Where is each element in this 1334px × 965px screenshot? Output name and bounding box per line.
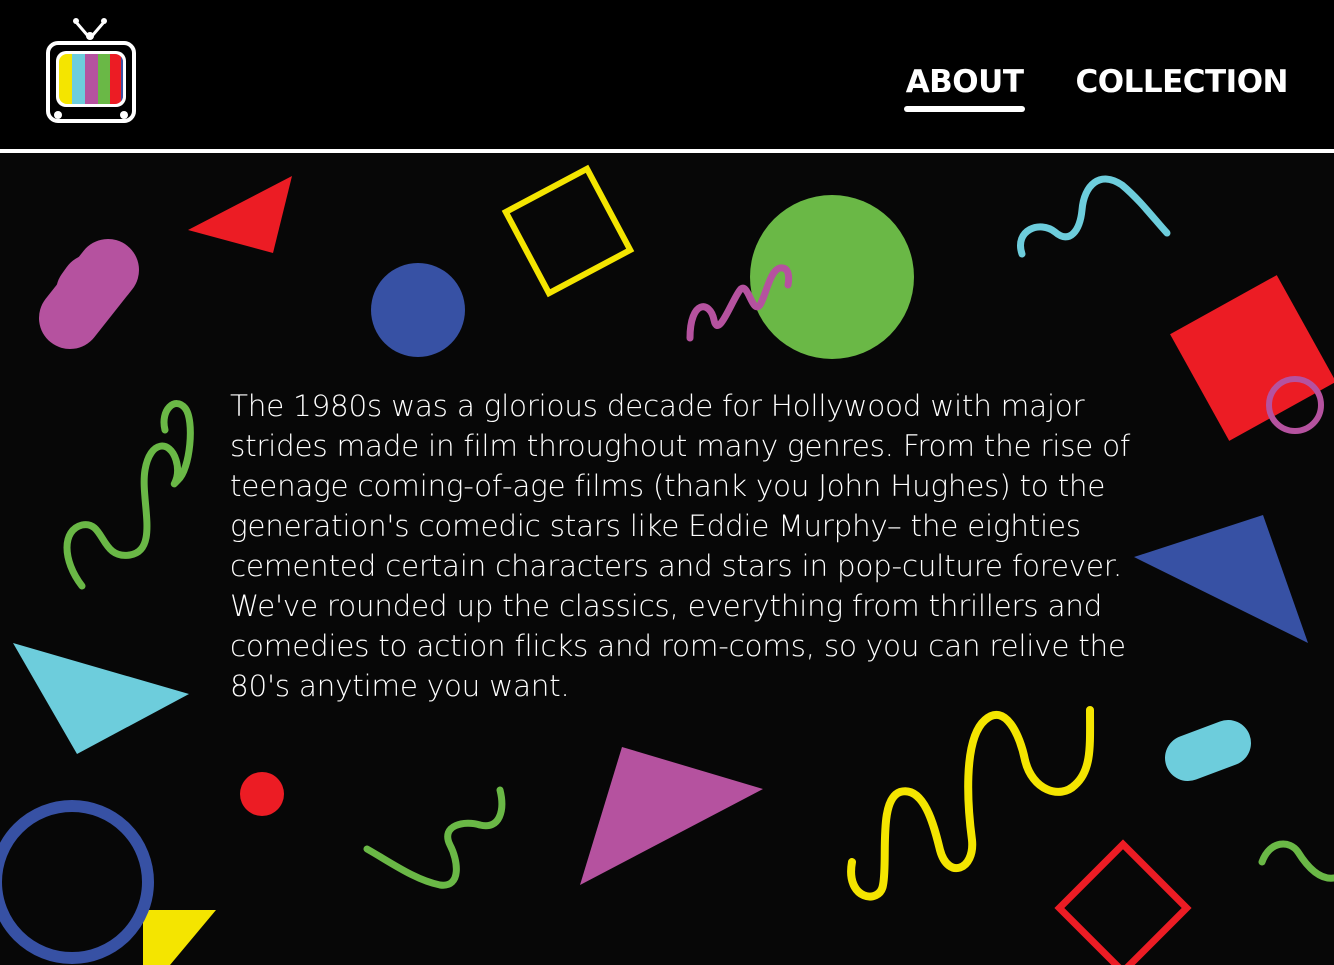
retro-tv-logo-icon[interactable] <box>42 16 142 126</box>
red-square-shape <box>1170 275 1334 441</box>
cyan-pill-shape <box>1165 720 1251 781</box>
yellow-squiggle-shape <box>847 706 1095 901</box>
green-wave-shape <box>363 786 506 889</box>
purple-triangle-shape <box>580 747 763 885</box>
cyan-squiggle-shape <box>1017 175 1171 258</box>
nav-about[interactable]: ABOUT <box>903 62 1026 112</box>
red-dot-shape <box>240 772 284 816</box>
red-diamond-outline-shape <box>1054 839 1192 965</box>
green-squiggle-shape <box>63 400 194 590</box>
yellow-corner-triangle-shape <box>143 910 216 965</box>
intro-paragraph: The 1980s was a glorious decade for Holl… <box>230 389 1130 703</box>
blue-triangle-shape <box>1134 515 1308 643</box>
nav-collection[interactable]: COLLECTION <box>1075 62 1288 108</box>
yellow-square-outline-shape <box>501 164 635 298</box>
blue-circle-shape <box>371 263 465 357</box>
green-corner-squiggle-shape <box>1258 840 1334 882</box>
main-nav: ABOUT COLLECTION <box>903 62 1288 112</box>
cyan-triangle-shape <box>13 643 189 754</box>
site-header: ABOUT COLLECTION <box>0 0 1334 150</box>
blue-ring-shape <box>0 800 154 964</box>
red-triangle-shape <box>188 176 292 253</box>
purple-pill-shape-body <box>39 239 139 349</box>
